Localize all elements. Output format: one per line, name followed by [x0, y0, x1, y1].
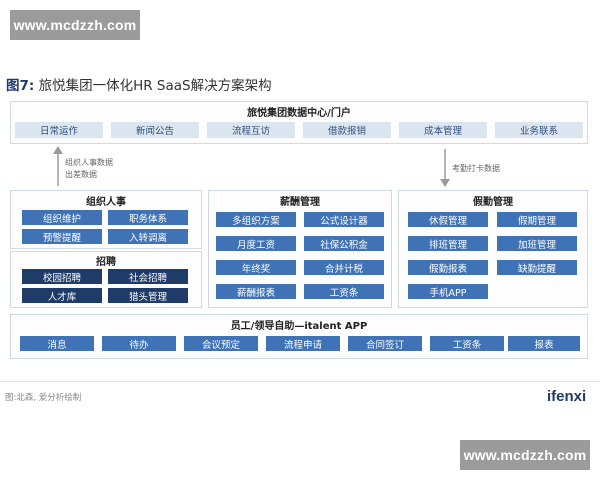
app-item: 待办	[102, 336, 176, 351]
attendance-item: 休假管理	[408, 212, 488, 227]
app-item: 会议预定	[184, 336, 258, 351]
org-item: 预警提醒	[22, 229, 102, 244]
recruit-item: 校园招聘	[22, 269, 102, 284]
attendance-item: 缺勤提醒	[497, 260, 577, 275]
figure-title-text: 旅悦集团一体化HR SaaS解决方案架构	[34, 78, 272, 94]
attendance-item: 假勤报表	[408, 260, 488, 275]
app-item: 消息	[20, 336, 94, 351]
portal-item: 流程互访	[207, 122, 295, 138]
app-item: 合同签订	[348, 336, 422, 351]
app-item: 流程申请	[266, 336, 340, 351]
note-org-data: 组织人事数据	[65, 158, 113, 167]
portal-item: 借款报销	[303, 122, 391, 138]
watermark-top: www.mcdzzh.com	[10, 10, 140, 40]
attendance-item: 手机APP	[408, 284, 488, 299]
payroll-item: 合并计税	[304, 260, 384, 275]
figure-title: 图7: 旅悦集团一体化HR SaaS解决方案架构	[6, 74, 272, 94]
org-item: 组织维护	[22, 210, 102, 225]
app-item: 工资条	[430, 336, 504, 351]
attendance-header: 假勤管理	[473, 197, 513, 208]
portal-item: 成本管理	[399, 122, 487, 138]
footer-divider	[0, 381, 600, 382]
left-flow-note: 组织人事数据 出差数据	[65, 157, 113, 181]
payroll-item: 工资条	[304, 284, 384, 299]
payroll-item: 多组织方案	[216, 212, 296, 227]
payroll-item: 薪酬报表	[216, 284, 296, 299]
org-item: 入转调离	[108, 229, 188, 244]
app-header: 员工/领导自助—italent APP	[230, 321, 368, 332]
down-arrow-head	[440, 179, 450, 187]
payroll-item: 社保公积金	[304, 236, 384, 251]
source-note: 图:北森, 爱分析绘制	[5, 393, 82, 403]
ifenxi-logo: ifenxi	[547, 388, 587, 405]
payroll-header: 薪酬管理	[280, 197, 320, 208]
attendance-item: 假期管理	[497, 212, 577, 227]
recruit-item: 人才库	[22, 288, 102, 303]
org-item: 职务体系	[108, 210, 188, 225]
org-header: 组织人事	[86, 197, 126, 208]
payroll-item: 年终奖	[216, 260, 296, 275]
recruit-header: 招聘	[96, 257, 116, 268]
portal-item: 业务联系	[495, 122, 583, 138]
watermark-bottom: www.mcdzzh.com	[460, 440, 590, 470]
note-travel-data: 出差数据	[65, 170, 97, 179]
portal-header: 旅悦集团数据中心/门户	[247, 108, 351, 119]
recruit-item: 社会招聘	[108, 269, 188, 284]
portal-item: 新闻公告	[111, 122, 199, 138]
attendance-item: 排班管理	[408, 236, 488, 251]
right-flow-note: 考勤打卡数据	[452, 164, 500, 173]
app-item: 报表	[508, 336, 580, 351]
payroll-item: 月度工资	[216, 236, 296, 251]
attendance-item: 加班管理	[497, 236, 577, 251]
portal-item: 日常运作	[15, 122, 103, 138]
figure-number: 图7:	[6, 78, 35, 94]
payroll-item: 公式设计器	[304, 212, 384, 227]
recruit-item: 猎头管理	[108, 288, 188, 303]
up-arrow-head	[53, 146, 63, 154]
